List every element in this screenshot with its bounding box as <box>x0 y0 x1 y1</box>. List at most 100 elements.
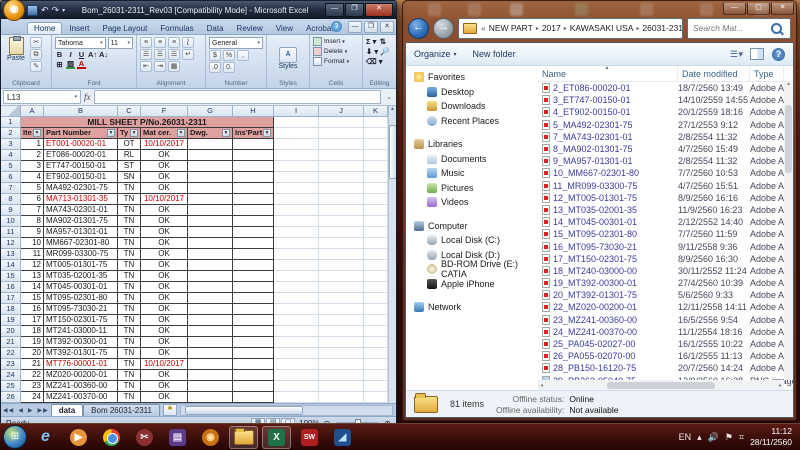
file-row[interactable]: 26_PA055-02070-0016/1/2555 11:13Adobe Ac… <box>538 350 793 362</box>
align-right-icon[interactable]: ☰ <box>168 49 180 60</box>
item-cell[interactable]: 23 <box>21 381 44 392</box>
ins-part-cell[interactable] <box>233 205 274 216</box>
grid-cell[interactable] <box>274 359 319 370</box>
grid-cell[interactable] <box>364 117 388 128</box>
search-icon[interactable] <box>771 23 782 34</box>
type-cell[interactable]: RL <box>118 150 141 161</box>
clock[interactable]: 11:12 28/11/2560 <box>750 426 792 447</box>
delete-cells-button[interactable]: Delete▾ <box>313 47 359 56</box>
ins-part-cell[interactable] <box>233 249 274 260</box>
file-name[interactable]: 24_MZ241-00370-00 <box>538 327 678 337</box>
filter-dropdown-icon[interactable]: ▼ <box>177 129 185 137</box>
taskbar-snipping-tool-icon[interactable]: ✂ <box>130 426 159 449</box>
mat-cer-cell[interactable]: OK <box>141 238 188 249</box>
type-cell[interactable]: TN <box>118 260 141 271</box>
dwg-cell[interactable] <box>188 293 233 304</box>
breadcrumb-item-kawasaki-usa[interactable]: KAWASAKI USA <box>569 23 635 33</box>
file-name[interactable]: 2_ET086-00020-01 <box>538 83 678 93</box>
grid-cell[interactable] <box>364 249 388 260</box>
grid-cell[interactable] <box>319 194 364 205</box>
part-number-cell[interactable]: MT392-01301-75 <box>44 348 118 359</box>
row-header-21[interactable]: 21 <box>1 337 21 348</box>
grid-cell[interactable] <box>274 183 319 194</box>
file-row[interactable]: 5_MA492-02301-7527/1/2553 9:12Adobe Acro <box>538 119 793 131</box>
file-row[interactable]: 18_MT240-03000-0030/11/2552 11:24Adobe A… <box>538 265 793 277</box>
search-input[interactable] <box>691 22 771 34</box>
dwg-cell[interactable] <box>188 392 233 403</box>
file-row[interactable]: 23_MZ241-00360-0016/5/2556 9:54Adobe Acr… <box>538 314 793 326</box>
grid-cell[interactable] <box>364 282 388 293</box>
grid-cell[interactable] <box>319 282 364 293</box>
type-cell[interactable]: TN <box>118 249 141 260</box>
ins-part-cell[interactable] <box>233 172 274 183</box>
close-button[interactable]: ✕ <box>365 3 393 17</box>
find-select-icon[interactable]: 🔎 <box>380 47 389 56</box>
taskbar-media-player-icon[interactable]: ▶ <box>64 426 93 449</box>
file-list-vscroll-thumb[interactable] <box>785 105 792 173</box>
ins-part-cell[interactable] <box>233 337 274 348</box>
mat-cer-cell[interactable]: OK <box>141 381 188 392</box>
part-number-cell[interactable]: MZ241-00370-00 <box>44 392 118 403</box>
part-number-cell[interactable]: MM667-02301-80 <box>44 238 118 249</box>
dwg-cell[interactable] <box>188 304 233 315</box>
row-header-25[interactable]: 25 <box>1 381 21 392</box>
item-cell[interactable]: 9 <box>21 227 44 238</box>
dwg-cell[interactable] <box>188 139 233 150</box>
type-cell[interactable]: TN <box>118 392 141 403</box>
ribbon-tab-formulas[interactable]: Formulas <box>154 23 199 34</box>
item-cell[interactable]: 12 <box>21 260 44 271</box>
sheet-nav-last-icon[interactable]: ▶▶ <box>35 407 50 414</box>
grid-cell[interactable] <box>274 337 319 348</box>
grid-cell[interactable] <box>274 271 319 282</box>
dwg-cell[interactable] <box>188 183 233 194</box>
file-name[interactable]: 12_MT005-01301-75 <box>538 193 678 203</box>
file-row[interactable]: 9_MA957-01301-012/8/2554 11:32Adobe Acro <box>538 155 793 167</box>
dwg-cell[interactable] <box>188 370 233 381</box>
item-cell[interactable]: 15 <box>21 293 44 304</box>
item-cell[interactable]: 21 <box>21 359 44 370</box>
office-button[interactable]: ◉ <box>3 0 25 21</box>
row-header-8[interactable]: 8 <box>1 194 21 205</box>
fill-icon[interactable]: ⬇ ▾ <box>366 47 378 56</box>
maximize-button[interactable]: ▢ <box>747 3 770 15</box>
item-cell[interactable]: 7 <box>21 205 44 216</box>
part-number-cell[interactable]: MT095-73030-21 <box>44 304 118 315</box>
row-header-22[interactable]: 22 <box>1 348 21 359</box>
tree-item-desktop[interactable]: Desktop <box>406 85 538 100</box>
file-row[interactable]: 14_MT045-00301-012/12/2552 14:40Adobe Ac… <box>538 216 793 228</box>
grid-cell[interactable] <box>319 249 364 260</box>
part-number-cell[interactable]: MZ241-00360-00 <box>44 381 118 392</box>
borders-icon[interactable]: ⊞ <box>55 60 64 69</box>
part-number-cell[interactable]: MA957-01301-01 <box>44 227 118 238</box>
tree-item-recent-places[interactable]: Recent Places <box>406 114 538 129</box>
orientation-icon[interactable]: ⟅ <box>182 37 194 48</box>
ribbon-tab-review[interactable]: Review <box>231 23 269 34</box>
file-list-hscroll-thumb[interactable] <box>607 382 716 389</box>
mat-cer-cell[interactable]: OK <box>141 216 188 227</box>
dwg-cell[interactable] <box>188 227 233 238</box>
formula-bar-expand-icon[interactable]: ⌄ <box>384 93 394 101</box>
grid-cell[interactable] <box>319 205 364 216</box>
grid-cell[interactable] <box>319 238 364 249</box>
column-header-type[interactable]: Type <box>750 66 784 81</box>
file-row[interactable]: 22_MZ020-00200-0112/11/2558 14:11Adobe A… <box>538 301 793 313</box>
type-cell[interactable]: TN <box>118 315 141 326</box>
type-cell[interactable]: TN <box>118 348 141 359</box>
grid-cell[interactable] <box>319 381 364 392</box>
insert-cells-button[interactable]: Insert▾ <box>313 37 359 46</box>
grid-cell[interactable] <box>364 271 388 282</box>
autosum-icon[interactable]: Σ ▾ <box>366 37 376 46</box>
fill-color-icon[interactable]: ▨ <box>66 60 75 69</box>
file-row[interactable]: 16_MT095-73030-219/11/2558 9:36Adobe Acr… <box>538 240 793 252</box>
name-box[interactable]: L13▾ <box>3 90 81 104</box>
type-cell[interactable]: TN <box>118 304 141 315</box>
dwg-cell[interactable] <box>188 381 233 392</box>
sort-filter-icon[interactable]: ⇅ <box>378 37 387 46</box>
column-header-f[interactable]: F <box>141 106 188 117</box>
grid-cell[interactable] <box>319 271 364 282</box>
row-header-5[interactable]: 5 <box>1 161 21 172</box>
row-header-3[interactable]: 3 <box>1 139 21 150</box>
file-name[interactable]: 13_MT035-02001-35 <box>538 205 678 215</box>
grid-cell[interactable] <box>274 260 319 271</box>
grid-cell[interactable] <box>274 194 319 205</box>
